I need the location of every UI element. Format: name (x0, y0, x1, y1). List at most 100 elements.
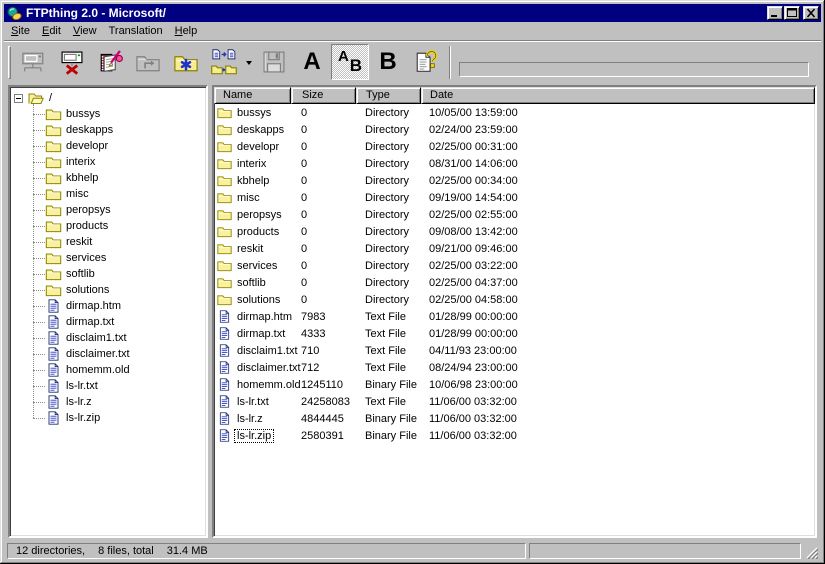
tree-item-kbhelp[interactable]: kbhelp (33, 170, 206, 186)
tree-item-deskapps[interactable]: deskapps (33, 122, 206, 138)
list-row-developr[interactable]: developr0Directory02/25/00 00:31:00 (214, 138, 815, 155)
toolbar-grip[interactable] (8, 46, 11, 79)
list-row-homemm.old[interactable]: homemm.old1245110Binary File10/06/98 23:… (214, 376, 815, 393)
tree-item-disclaim1.txt[interactable]: disclaim1.txt (33, 330, 206, 346)
list-row-bussys[interactable]: bussys0Directory10/05/00 13:59:00 (214, 104, 815, 121)
auto-mode-button[interactable]: A B (331, 44, 369, 80)
folder-icon (217, 293, 232, 306)
transfer-button[interactable] (205, 44, 243, 80)
tree-item-dirmap.txt[interactable]: dirmap.txt (33, 314, 206, 330)
list-row-misc[interactable]: misc0Directory09/19/00 14:54:00 (214, 189, 815, 206)
list-row-dirmap.htm[interactable]: dirmap.htm7983Text File01/28/99 00:00:00 (214, 308, 815, 325)
file-icon (45, 395, 62, 409)
cell-date: 02/24/00 23:59:00 (421, 124, 518, 136)
column-header-name[interactable]: Name (214, 87, 291, 104)
file-icon (45, 331, 62, 345)
toolbar: A A B B (4, 40, 821, 83)
help-button[interactable] (407, 44, 445, 80)
tree-item-dirmap.htm[interactable]: dirmap.htm (33, 298, 206, 314)
list-row-reskit[interactable]: reskit0Directory09/21/00 09:46:00 (214, 240, 815, 257)
maximize-button[interactable] (784, 6, 800, 20)
column-header-date[interactable]: Date (421, 87, 815, 104)
list-row-kbhelp[interactable]: kbhelp0Directory02/25/00 00:34:00 (214, 172, 815, 189)
cell-date: 09/08/00 13:42:00 (421, 226, 518, 238)
column-header-size[interactable]: Size (291, 87, 356, 104)
folder-icon (45, 171, 62, 185)
cell-size: 7983 (291, 311, 356, 323)
tree-item-products[interactable]: products (33, 218, 206, 234)
tree-connector (33, 178, 45, 179)
column-header-type[interactable]: Type (356, 87, 421, 104)
tree-collapse-toggle[interactable] (14, 94, 23, 103)
folder-icon (45, 123, 62, 137)
cell-name: deskapps (214, 123, 291, 136)
list-row-peropsys[interactable]: peropsys0Directory02/25/00 02:55:00 (214, 206, 815, 223)
tree-root-label: / (49, 92, 52, 104)
menu-site[interactable]: Site (5, 23, 36, 40)
disconnect-button[interactable] (53, 44, 91, 80)
file-icon (45, 379, 62, 393)
file-icon (217, 344, 232, 357)
tree-item-misc[interactable]: misc (33, 186, 206, 202)
cell-type: Directory (356, 243, 421, 255)
list-row-ls-lr.zip[interactable]: ls-lr.zip2580391Binary File11/06/00 03:3… (214, 427, 815, 444)
site-manager-button[interactable] (91, 44, 129, 80)
folder-icon (217, 242, 232, 255)
tree-item-bussys[interactable]: bussys (33, 106, 206, 122)
status-summary-pane: 12 directories, 8 files, total 31.4 MB (7, 543, 526, 559)
tree-connector (33, 290, 45, 291)
list-row-solutions[interactable]: solutions0Directory02/25/00 04:58:00 (214, 291, 815, 308)
cell-type: Text File (356, 328, 421, 340)
menu-edit[interactable]: Edit (36, 23, 67, 40)
file-icon (217, 429, 232, 442)
cell-size: 0 (291, 277, 356, 289)
list-row-disclaim1.txt[interactable]: disclaim1.txt710Text File04/11/93 23:00:… (214, 342, 815, 359)
cell-name: products (214, 225, 291, 238)
tree-item-interix[interactable]: interix (33, 154, 206, 170)
tree-item-softlib[interactable]: softlib (33, 266, 206, 282)
tree-item-ls-lr.z[interactable]: ls-lr.z (33, 394, 206, 410)
list-row-deskapps[interactable]: deskapps0Directory02/24/00 23:59:00 (214, 121, 815, 138)
list-row-ls-lr.txt[interactable]: ls-lr.txt24258083Text File11/06/00 03:32… (214, 393, 815, 410)
list-row-products[interactable]: products0Directory09/08/00 13:42:00 (214, 223, 815, 240)
ascii-mode-button[interactable]: A (293, 44, 331, 80)
tree-item-solutions[interactable]: solutions (33, 282, 206, 298)
menu-view[interactable]: View (67, 23, 103, 40)
tree-item-services[interactable]: services (33, 250, 206, 266)
tree-item-label: disclaim1.txt (66, 332, 127, 344)
tree-item-ls-lr.zip[interactable]: ls-lr.zip (33, 410, 206, 426)
menu-translation[interactable]: Translation (103, 23, 169, 40)
tree-item-peropsys[interactable]: peropsys (33, 202, 206, 218)
tree-item-label: reskit (66, 236, 92, 248)
tree-item-developr[interactable]: developr (33, 138, 206, 154)
list-row-softlib[interactable]: softlib0Directory02/25/00 04:37:00 (214, 274, 815, 291)
list-row-dirmap.txt[interactable]: dirmap.txt4333Text File01/28/99 00:00:00 (214, 325, 815, 342)
tree-item-homemm.old[interactable]: homemm.old (33, 362, 206, 378)
make-directory-button[interactable] (167, 44, 205, 80)
close-button[interactable] (803, 6, 819, 20)
transfer-dropdown-button[interactable] (243, 44, 255, 80)
list-row-disclaimer.txt[interactable]: disclaimer.txt712Text File08/24/94 23:00… (214, 359, 815, 376)
minimize-button[interactable] (767, 6, 783, 20)
folder-icon (217, 140, 232, 153)
cell-size: 0 (291, 175, 356, 187)
tree-item-reskit[interactable]: reskit (33, 234, 206, 250)
list-row-interix[interactable]: interix0Directory08/31/00 14:06:00 (214, 155, 815, 172)
binary-mode-button[interactable]: B (369, 44, 407, 80)
tree-item-ls-lr.txt[interactable]: ls-lr.txt (33, 378, 206, 394)
tree-connector (33, 258, 45, 259)
menu-help[interactable]: Help (169, 23, 204, 40)
file-name-label: kbhelp (235, 175, 271, 187)
tree-item-disclaimer.txt[interactable]: disclaimer.txt (33, 346, 206, 362)
folder-icon (217, 191, 232, 204)
tree-root-item[interactable]: / (10, 90, 206, 106)
cell-name: misc (214, 191, 291, 204)
app-icon (7, 6, 22, 21)
cell-type: Directory (356, 141, 421, 153)
cell-type: Binary File (356, 413, 421, 425)
cell-date: 01/28/99 00:00:00 (421, 311, 518, 323)
list-row-ls-lr.z[interactable]: ls-lr.z4844445Binary File11/06/00 03:32:… (214, 410, 815, 427)
list-row-services[interactable]: services0Directory02/25/00 03:22:00 (214, 257, 815, 274)
cell-type: Directory (356, 158, 421, 170)
resize-grip-icon[interactable] (804, 543, 818, 559)
